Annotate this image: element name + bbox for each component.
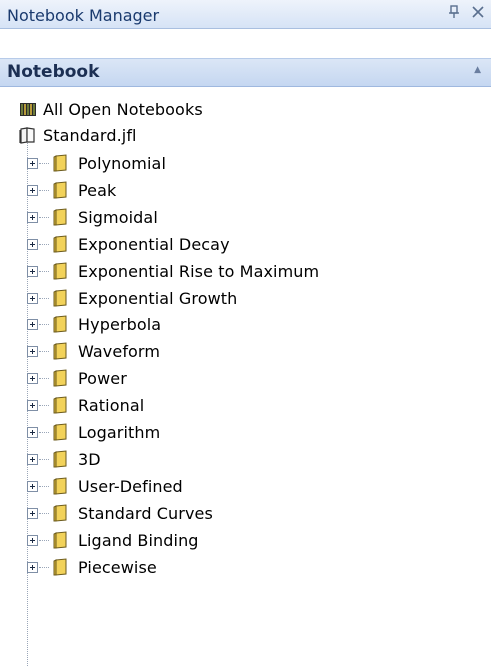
tree-item-folder[interactable]: Exponential Growth [53, 285, 237, 311]
panel-title: Notebook Manager [7, 6, 160, 25]
notebooks-stack-icon [20, 103, 36, 116]
tree-item-label: Sigmoidal [78, 207, 158, 227]
tree-item-label: Logarithm [78, 422, 161, 442]
open-book-icon [19, 127, 35, 144]
tree-item-folder[interactable]: Polynomial [53, 150, 166, 176]
expand-toggle[interactable] [27, 508, 38, 519]
tree-item-folder[interactable]: Standard Curves [53, 500, 213, 526]
tree-item-label: Ligand Binding [78, 530, 199, 550]
tree-item-folder[interactable]: Ligand Binding [53, 527, 199, 553]
titlebar-buttons [445, 4, 487, 24]
tree-branch-line [39, 513, 49, 514]
tree-item-label: Waveform [78, 341, 161, 361]
tree-branch-line [39, 405, 49, 406]
tree-branch-line [39, 324, 49, 325]
folder-icon [53, 423, 67, 441]
expand-toggle[interactable] [27, 319, 38, 330]
folder-icon [53, 369, 67, 387]
tree-branch-line [39, 244, 49, 245]
folder-icon [53, 558, 67, 576]
tree-branch-line [39, 190, 49, 191]
expand-toggle[interactable] [27, 185, 38, 196]
folder-icon [53, 235, 67, 253]
tree-item-label: Exponential Decay [78, 234, 230, 254]
tree-branch-line [39, 486, 49, 487]
tree-branch-line [39, 271, 49, 272]
expand-toggle[interactable] [27, 158, 38, 169]
tree-branch-line [39, 432, 49, 433]
folder-icon [53, 315, 67, 333]
expand-toggle[interactable] [27, 346, 38, 357]
folder-icon [53, 531, 67, 549]
collapse-icon[interactable]: ▲ [474, 65, 481, 75]
tree-item-folder[interactable]: Exponential Decay [53, 231, 230, 257]
folder-icon [53, 504, 67, 522]
tree-item-folder[interactable]: Exponential Rise to Maximum [53, 258, 319, 284]
tree-item-label: Exponential Growth [78, 288, 238, 308]
panel-spacer [0, 29, 491, 58]
folder-icon [53, 450, 67, 468]
tree-item-label: All Open Notebooks [43, 99, 203, 119]
tree-item-label: Polynomial [78, 153, 166, 173]
tree-item-folder[interactable]: Hyperbola [53, 311, 161, 337]
folder-icon [53, 154, 67, 172]
expand-toggle[interactable] [27, 266, 38, 277]
tree-item-folder[interactable]: Piecewise [53, 554, 157, 580]
tree-item-label: Hyperbola [78, 314, 162, 334]
tree-branch-line [39, 298, 49, 299]
expand-toggle[interactable] [27, 400, 38, 411]
folder-icon [53, 208, 67, 226]
expand-toggle[interactable] [27, 373, 38, 384]
folder-icon [53, 289, 67, 307]
tree-item-label: Standard Curves [78, 503, 213, 523]
expand-toggle[interactable] [27, 212, 38, 223]
tree-item-label: 3D [78, 449, 101, 469]
expand-toggle[interactable] [27, 454, 38, 465]
expand-toggle[interactable] [27, 535, 38, 546]
tree-branch-line [39, 351, 49, 352]
expand-toggle[interactable] [27, 239, 38, 250]
expand-toggle[interactable] [27, 562, 38, 573]
close-icon [472, 6, 484, 18]
notebook-section-header[interactable]: Notebook ▲ [0, 58, 491, 87]
expand-toggle[interactable] [27, 293, 38, 304]
expand-toggle[interactable] [27, 481, 38, 492]
section-label: Notebook [7, 62, 100, 82]
folder-icon [53, 181, 67, 199]
tree-item-label: Standard.jfl [43, 125, 137, 145]
tree-item-all-open-notebooks[interactable]: All Open Notebooks [19, 96, 203, 122]
tree-item-label: Piecewise [78, 557, 157, 577]
tree-item-label: Exponential Rise to Maximum [78, 261, 320, 281]
tree-item-folder[interactable]: Logarithm [53, 419, 160, 445]
folder-icon [53, 396, 67, 414]
tree-item-label: User-Defined [78, 476, 183, 496]
tree-item-label: Rational [78, 395, 145, 415]
pin-icon [449, 5, 459, 18]
tree-item-label: Peak [78, 180, 117, 200]
tree-item-folder[interactable]: Sigmoidal [53, 204, 158, 230]
tree-item-standard-jfl[interactable]: Standard.jfl [19, 122, 137, 148]
tree-item-folder[interactable]: 3D [53, 446, 101, 472]
tree-item-label: Power [78, 368, 127, 388]
folder-icon [53, 262, 67, 280]
tree-branch-line [39, 163, 49, 164]
tree-branch-line [39, 217, 49, 218]
tree-item-folder[interactable]: Power [53, 365, 127, 391]
tree-item-folder[interactable]: User-Defined [53, 473, 183, 499]
close-button[interactable] [469, 4, 487, 24]
tree-branch-line [39, 567, 49, 568]
tree-branch-line [39, 378, 49, 379]
notebook-manager-titlebar: Notebook Manager [0, 0, 491, 29]
tree-item-folder[interactable]: Rational [53, 392, 144, 418]
expand-toggle[interactable] [27, 427, 38, 438]
pin-button[interactable] [445, 4, 463, 24]
folder-icon [53, 342, 67, 360]
tree-item-folder[interactable]: Peak [53, 177, 116, 203]
folder-icon [53, 477, 67, 495]
tree-branch-line [39, 540, 49, 541]
tree-item-folder[interactable]: Waveform [53, 338, 160, 364]
tree-branch-line [39, 459, 49, 460]
